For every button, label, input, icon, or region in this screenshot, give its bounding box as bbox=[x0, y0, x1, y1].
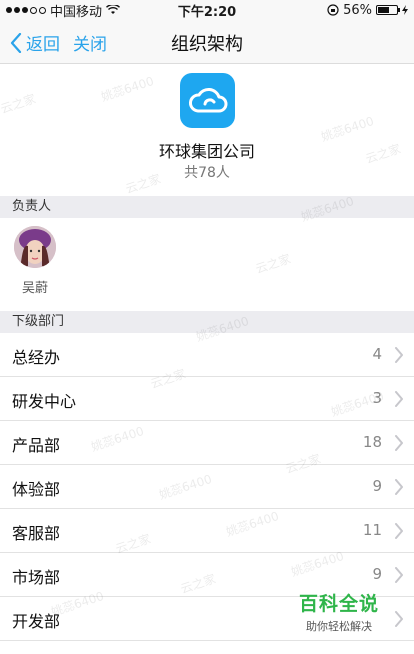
brand-subtitle: 助你轻松解决 bbox=[306, 620, 372, 633]
company-logo bbox=[180, 73, 235, 128]
company-header: 环球集团公司 共78人 bbox=[0, 64, 414, 196]
orientation-lock-icon bbox=[327, 4, 339, 16]
signal-icon bbox=[6, 6, 46, 14]
department-member-count: 18 bbox=[362, 433, 382, 451]
battery-percent: 56% bbox=[343, 2, 372, 18]
department-row[interactable]: 总经办 4 bbox=[0, 333, 414, 377]
back-label: 返回 bbox=[26, 35, 60, 55]
departments-section-header: 下级部门 bbox=[0, 311, 414, 333]
department-name: 市场部 bbox=[12, 568, 61, 587]
org-structure-screen: 中国移动 下午2:20 56% 返回 关闭 组织架构 环球集团公司 共78人 负… bbox=[0, 0, 414, 654]
department-member-count: 4 bbox=[372, 345, 382, 363]
status-left: 中国移动 bbox=[6, 1, 120, 20]
status-right: 56% bbox=[327, 3, 408, 18]
brand-title: 百科全说 bbox=[298, 593, 379, 615]
department-name: 客服部 bbox=[12, 524, 61, 543]
chevron-right-icon bbox=[395, 567, 403, 583]
brand-badge: 百科全说 助你轻松解决 bbox=[298, 589, 380, 634]
status-bar: 中国移动 下午2:20 56% bbox=[0, 0, 414, 20]
chevron-right-icon bbox=[395, 435, 403, 451]
close-button[interactable]: 关闭 bbox=[73, 30, 107, 55]
chevron-right-icon bbox=[395, 479, 403, 495]
page-title: 组织架构 bbox=[171, 34, 243, 55]
department-name: 开发部 bbox=[12, 612, 61, 631]
chevron-right-icon bbox=[395, 611, 403, 627]
avatar[interactable] bbox=[14, 226, 56, 268]
back-button[interactable]: 返回 bbox=[10, 30, 60, 55]
department-member-count: 3 bbox=[372, 389, 382, 407]
department-name: 产品部 bbox=[12, 436, 61, 455]
cloud-icon bbox=[188, 87, 227, 112]
department-member-count: 9 bbox=[372, 477, 382, 495]
department-row[interactable]: 体验部 9 bbox=[0, 465, 414, 509]
department-name: 体验部 bbox=[12, 480, 61, 499]
department-row[interactable]: 产品部 18 bbox=[0, 421, 414, 465]
avatar-image bbox=[14, 226, 56, 268]
manager-name: 吴蔚 bbox=[21, 281, 48, 296]
chevron-right-icon bbox=[395, 347, 403, 363]
chevron-left-icon bbox=[10, 32, 22, 53]
company-name: 环球集团公司 bbox=[158, 142, 255, 161]
manager-section: 吴蔚 bbox=[0, 218, 414, 301]
chevron-right-icon bbox=[395, 391, 403, 407]
nav-bar: 返回 关闭 组织架构 bbox=[0, 20, 414, 64]
department-name: 总经办 bbox=[12, 348, 61, 367]
manager-section-header: 负责人 bbox=[0, 196, 414, 218]
charging-icon bbox=[402, 5, 408, 15]
member-count: 共78人 bbox=[184, 165, 230, 181]
wifi-icon bbox=[106, 5, 120, 14]
department-member-count: 11 bbox=[362, 521, 382, 539]
department-name: 研发中心 bbox=[12, 392, 77, 411]
chevron-right-icon bbox=[395, 523, 403, 539]
department-row[interactable]: 研发中心 3 bbox=[0, 377, 414, 421]
department-row[interactable]: 客服部 11 bbox=[0, 509, 414, 553]
battery-icon bbox=[376, 5, 400, 15]
carrier-label: 中国移动 bbox=[50, 4, 103, 20]
department-member-count: 9 bbox=[372, 565, 382, 583]
